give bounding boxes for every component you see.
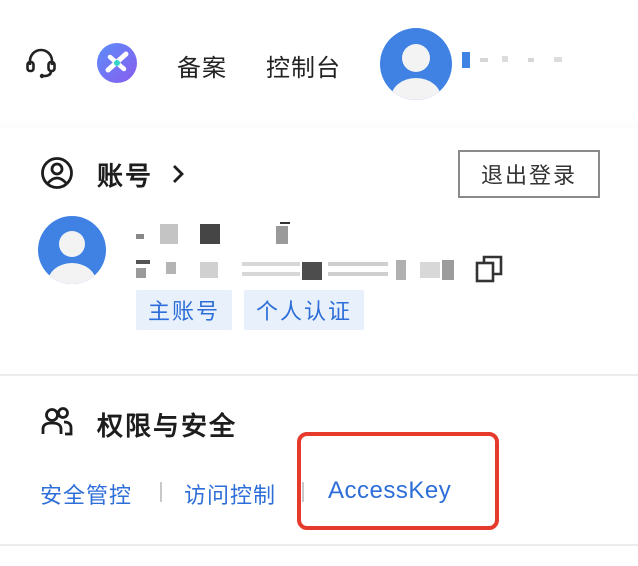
chevron-right-icon[interactable]: [168, 162, 188, 186]
permissions-title: 权限与安全: [97, 412, 238, 442]
access-control-link[interactable]: 访问控制: [184, 478, 276, 510]
security-control-link[interactable]: 安全管控: [40, 478, 132, 510]
bottom-divider: [0, 544, 638, 546]
account-name-mask: [136, 220, 296, 246]
avatar[interactable]: [380, 28, 452, 100]
account-avatar: [38, 216, 106, 284]
app-logo-icon[interactable]: [96, 42, 138, 84]
top-bar: 备案 控制台: [0, 0, 638, 126]
logout-button[interactable]: 退出登录: [458, 150, 600, 198]
username-mask: [462, 52, 562, 68]
headset-icon[interactable]: [24, 46, 58, 80]
filing-link[interactable]: 备案: [177, 48, 227, 83]
main-account-tag: 主账号: [136, 290, 232, 330]
account-title[interactable]: 账号: [97, 156, 153, 193]
copy-icon[interactable]: [474, 254, 504, 284]
section-divider: [0, 374, 638, 376]
people-icon: [41, 407, 73, 436]
link-separator: [160, 482, 162, 502]
personal-verification-tag[interactable]: 个人认证: [244, 290, 364, 330]
console-link[interactable]: 控制台: [266, 48, 341, 83]
user-circle-icon: [41, 157, 73, 189]
highlight-box: [297, 432, 499, 530]
account-id-mask: [136, 256, 466, 282]
